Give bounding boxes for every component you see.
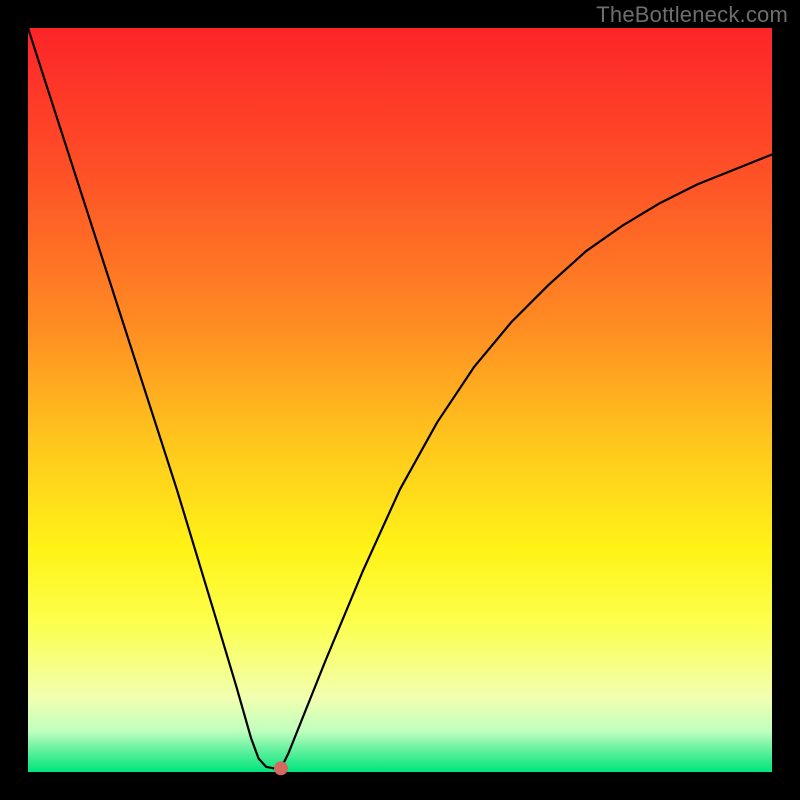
optimal-point-marker	[274, 761, 288, 775]
bottleneck-chart	[0, 0, 800, 800]
watermark-text: TheBottleneck.com	[596, 2, 788, 28]
plot-background	[28, 28, 772, 772]
